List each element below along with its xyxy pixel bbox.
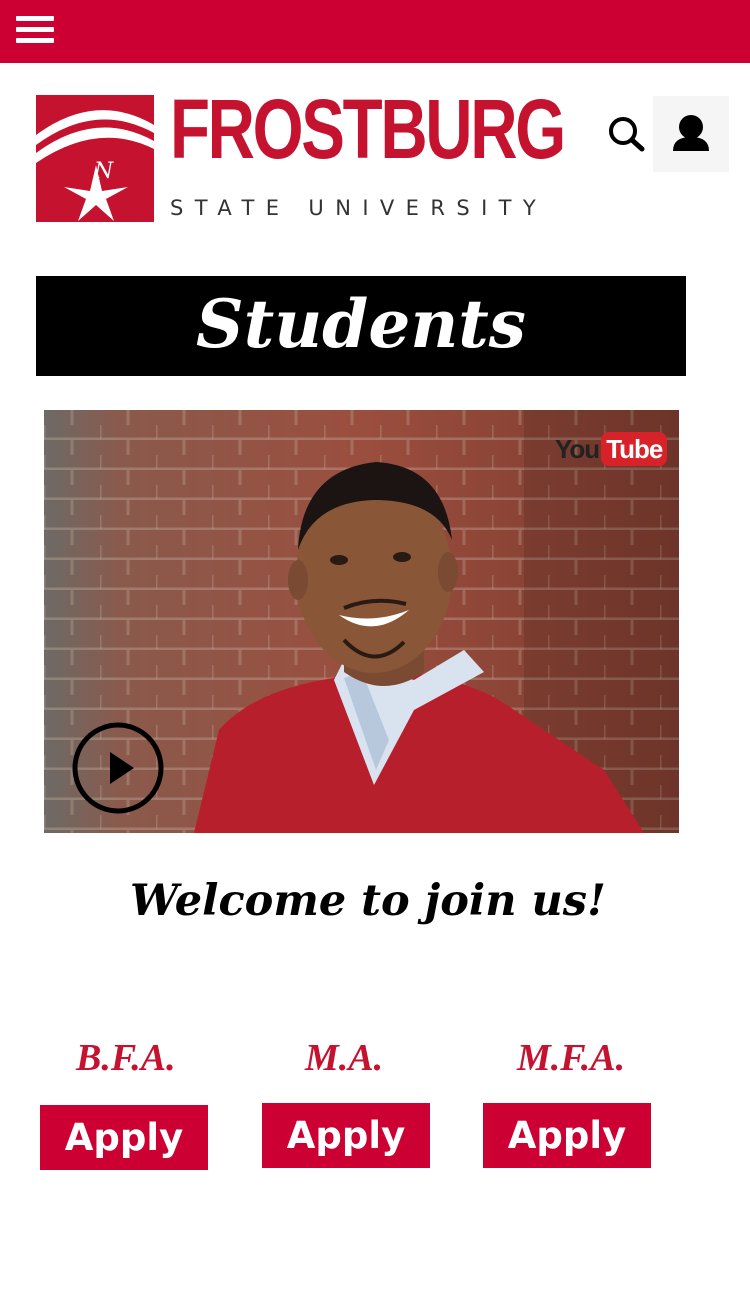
logo-wordmark: FROSTBURG [170, 82, 566, 176]
degree-label-bfa: B.F.A. [76, 1037, 176, 1079]
apply-button-mfa[interactable]: Apply [483, 1103, 651, 1168]
youtube-tube: Tube [601, 432, 668, 466]
page-title-banner: Students [36, 276, 686, 376]
compass-logo-mark: N [36, 95, 154, 222]
compass-letter: N [93, 159, 114, 184]
play-icon[interactable] [72, 722, 164, 814]
degree-label-mfa: M.F.A. [517, 1037, 626, 1079]
top-bar [0, 0, 750, 63]
apply-button-bfa[interactable]: Apply [40, 1105, 208, 1170]
youtube-you: You [555, 433, 600, 464]
hamburger-icon[interactable] [16, 14, 56, 48]
page-title: Students [196, 285, 526, 363]
logo-subtitle: STATE UNIVERSITY [170, 196, 548, 220]
youtube-logo: You Tube [555, 432, 668, 466]
welcome-message: Welcome to join us! [130, 876, 606, 926]
degree-label-ma: M.A. [305, 1037, 384, 1079]
apply-button-ma[interactable]: Apply [262, 1103, 430, 1168]
frostburg-logo[interactable]: N FROSTBURG STATE UNIVERSITY [36, 87, 566, 223]
video-player[interactable]: You Tube [44, 410, 679, 833]
search-icon[interactable] [604, 112, 648, 156]
user-icon[interactable] [653, 96, 729, 172]
